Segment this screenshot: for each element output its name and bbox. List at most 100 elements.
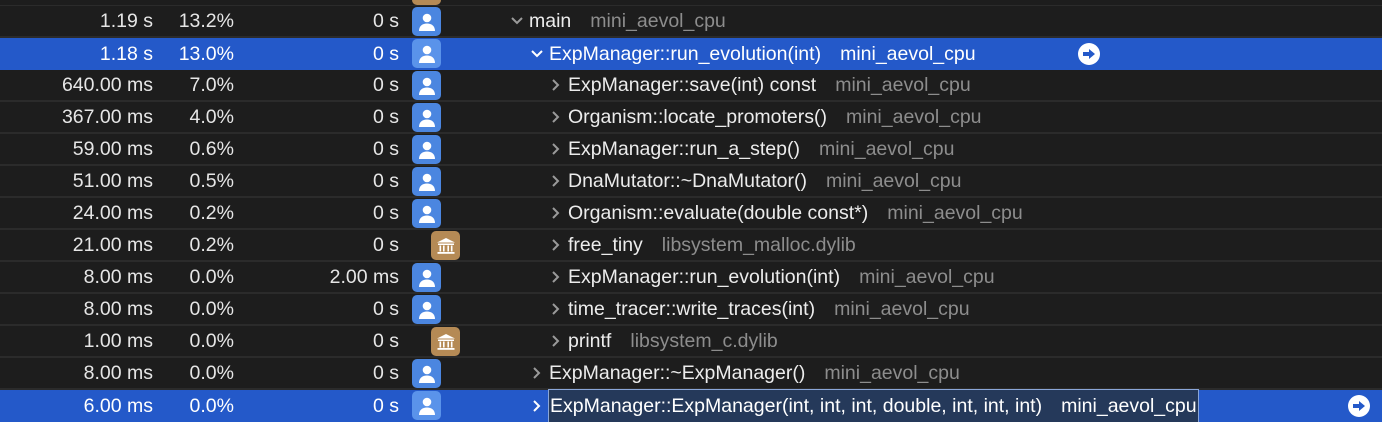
weight-percent: 0.0% [189, 298, 234, 320]
user-icon [412, 359, 441, 388]
weight-percent: 0.5% [189, 170, 234, 192]
self-weight: 0 s [372, 170, 399, 192]
chevron-right-icon[interactable] [549, 238, 563, 252]
rename-field[interactable]: ExpManager::ExpManager(int, int, int, do… [548, 389, 1199, 422]
weight-percent: 0.0% [189, 395, 234, 417]
weight: 59.00 ms [72, 138, 153, 160]
weight-percent: 0.0% [189, 266, 234, 288]
weight: 8.00 ms [83, 266, 153, 288]
library-name: mini_aevol_cpu [834, 298, 970, 320]
chevron-right-icon[interactable] [549, 270, 563, 284]
library-name: mini_aevol_cpu [590, 10, 726, 32]
chevron-right-icon[interactable] [549, 110, 563, 124]
weight-percent: 13.0% [178, 43, 234, 65]
self-weight: 0 s [372, 106, 399, 128]
chevron-right-icon[interactable] [549, 142, 563, 156]
library-name: mini_aevol_cpu [825, 170, 962, 192]
library-name: mini_aevol_cpu [859, 266, 995, 288]
chevron-down-icon[interactable] [530, 47, 544, 61]
table-row[interactable]: 6.00 ms 0.0% 0 s ExpManager::ExpManager(int… [0, 389, 1382, 422]
library-name: mini_aevol_cpu [835, 74, 971, 96]
library-name: mini_aevol_cpu [840, 43, 976, 65]
library-name: libsystem_c.dylib [630, 330, 778, 352]
symbol-name: ExpManager::ExpManager(int, int, int, do… [550, 395, 1043, 417]
table-row[interactable]: 59.00 ms 0.6% 0 s ExpManager::run_a_step() m… [0, 134, 1382, 164]
chevron-right-icon[interactable] [549, 174, 563, 188]
user-icon [412, 199, 441, 228]
weight: 24.00 ms [72, 202, 153, 224]
symbol-name: free_tiny [568, 234, 643, 256]
weight: 1.19 s [99, 10, 153, 32]
self-weight: 0 s [372, 234, 399, 256]
call-tree: 1.19 s 13.2% 0 s main mini_aevol_cpu 1.18 s 13… [0, 6, 1382, 422]
table-row[interactable]: 1.18 s 13.0% 0 s ExpManager::run_evolution(… [0, 38, 1382, 70]
library-name: mini_aevol_cpu [824, 362, 960, 384]
self-weight: 0 s [372, 138, 399, 160]
library-icon [412, 0, 441, 5]
table-row[interactable]: 8.00 ms 0.0% 0 s time_tracer::write_traces(… [0, 294, 1382, 324]
self-weight: 0 s [372, 74, 399, 96]
symbol-name: time_tracer::write_traces(int) [568, 298, 816, 320]
user-icon [412, 263, 441, 292]
library-name: mini_aevol_cpu [846, 106, 982, 128]
user-icon [412, 135, 441, 164]
self-weight: 0 s [372, 43, 399, 65]
weight-percent: 13.2% [178, 10, 234, 32]
self-weight: 0 s [372, 362, 399, 384]
chevron-right-icon[interactable] [549, 78, 563, 92]
user-icon [412, 295, 441, 324]
self-weight: 0 s [372, 298, 399, 320]
library-name: mini_aevol_cpu [818, 138, 955, 160]
weight-percent: 0.0% [189, 330, 234, 352]
chevron-right-icon[interactable] [549, 334, 563, 348]
library-name: mini_aevol_cpu [887, 202, 1023, 224]
table-row[interactable]: 367.00 ms 4.0% 0 s Organism::locate_promote… [0, 102, 1382, 132]
table-row[interactable]: 24.00 ms 0.2% 0 s Organism::evaluate(double… [0, 198, 1382, 228]
weight-percent: 4.0% [189, 106, 234, 128]
weight: 1.00 ms [83, 330, 153, 352]
table-row[interactable]: 1.19 s 13.2% 0 s main mini_aevol_cpu [0, 6, 1382, 36]
weight: 6.00 ms [83, 395, 153, 417]
self-weight: 2.00 ms [329, 266, 399, 288]
self-weight: 0 s [372, 202, 399, 224]
table-row[interactable]: 51.00 ms 0.5% 0 s DnaMutator::~DnaMutator()… [0, 166, 1382, 196]
symbol-name: ExpManager::run_evolution(int) [568, 266, 841, 288]
table-row[interactable]: 21.00 ms 0.2% 0 s free_tiny libsystem_malloc… [0, 230, 1382, 260]
chevron-right-icon[interactable] [530, 366, 544, 380]
table-row[interactable]: 1.00 ms 0.0% 0 s printf libsystem_c.dylib [0, 326, 1382, 356]
self-weight: 0 s [372, 395, 399, 417]
partial-row [0, 0, 1382, 5]
symbol-name: ExpManager::~ExpManager() [549, 362, 806, 384]
table-row[interactable]: 8.00 ms 0.0% 0 s ExpManager::~ExpManager() m… [0, 358, 1382, 388]
go-to-source-icon[interactable] [1078, 43, 1100, 65]
user-icon [412, 167, 441, 196]
weight: 1.18 s [99, 43, 153, 65]
weight: 21.00 ms [72, 234, 153, 256]
symbol-name: Organism::evaluate(double const*) [568, 202, 869, 224]
weight: 51.00 ms [72, 170, 153, 192]
weight: 640.00 ms [61, 74, 153, 96]
chevron-down-icon[interactable] [510, 14, 524, 28]
symbol-name: ExpManager::run_evolution(int) [549, 43, 822, 65]
user-icon [412, 71, 441, 100]
symbol-name: Organism::locate_promoters() [568, 106, 828, 128]
user-icon [412, 103, 441, 132]
self-weight: 0 s [372, 10, 399, 32]
weight-percent: 0.2% [189, 202, 234, 224]
library-name: mini_aevol_cpu [1061, 395, 1197, 417]
chevron-right-icon[interactable] [530, 399, 544, 413]
table-row[interactable]: 8.00 ms 0.0% 2.00 ms ExpManager::run_evolut… [0, 262, 1382, 292]
weight-percent: 0.2% [189, 234, 234, 256]
symbol-name: ExpManager::save(int) const [568, 74, 817, 96]
user-icon [412, 7, 441, 36]
chevron-right-icon[interactable] [549, 302, 563, 316]
user-icon [412, 391, 441, 420]
weight-percent: 0.6% [189, 138, 234, 160]
table-row[interactable]: 640.00 ms 7.0% 0 s ExpManager::save(int) co… [0, 70, 1382, 100]
self-weight: 0 s [372, 330, 399, 352]
symbol-name: printf [568, 330, 612, 352]
chevron-right-icon[interactable] [549, 206, 563, 220]
go-to-source-icon[interactable] [1348, 395, 1370, 417]
weight: 8.00 ms [83, 298, 153, 320]
user-icon [412, 39, 441, 68]
